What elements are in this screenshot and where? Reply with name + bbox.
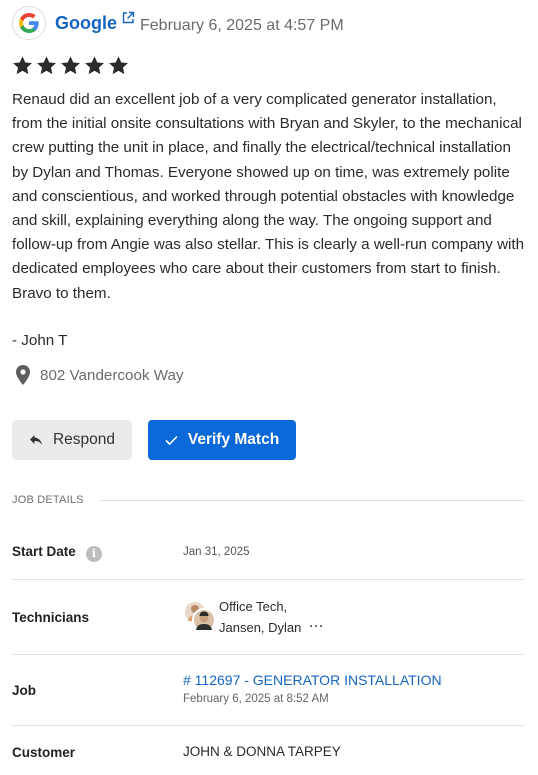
star-icon xyxy=(85,56,104,75)
technician-names: Office Tech, Jansen, Dylan ··· xyxy=(219,596,324,639)
review-author: - John T xyxy=(12,332,68,349)
start-date-value: Jan 31, 2025 xyxy=(183,546,250,558)
verify-match-button[interactable]: Verify Match xyxy=(148,420,296,460)
reply-icon xyxy=(29,435,42,445)
more-icon[interactable]: ··· xyxy=(309,616,324,637)
review-text: Renaud did an excellent job of a very co… xyxy=(12,91,525,302)
divider xyxy=(12,725,524,726)
technician-line-2: Jansen, Dylan xyxy=(219,620,302,635)
review-header: Google February 6, 2025 at 4:57 PM xyxy=(12,6,344,40)
job-label: Job xyxy=(12,683,37,698)
start-date-label: Start Date xyxy=(12,544,76,559)
star-rating xyxy=(12,55,129,76)
respond-label: Respond xyxy=(52,431,116,448)
job-link[interactable]: # 112697 - GENERATOR INSTALLATION xyxy=(183,672,442,688)
avatar xyxy=(192,608,216,632)
star-icon xyxy=(109,56,128,75)
customer-name[interactable]: JOHN & DONNA TARPEY xyxy=(183,744,341,759)
technicians-label: Technicians xyxy=(12,610,90,625)
review-location: 802 Vandercook Way xyxy=(14,364,184,386)
star-icon xyxy=(13,56,32,75)
check-icon xyxy=(165,435,178,445)
location-text: 802 Vandercook Way xyxy=(40,366,184,384)
job-date: February 6, 2025 at 8:52 AM xyxy=(183,693,329,705)
verify-match-label: Verify Match xyxy=(187,431,280,448)
customer-label: Customer xyxy=(12,745,76,760)
technician-line-2-wrap: Jansen, Dylan ··· xyxy=(219,617,324,639)
divider xyxy=(99,499,524,501)
technician-line-1: Office Tech, xyxy=(219,599,288,614)
star-icon xyxy=(61,56,80,75)
divider xyxy=(12,654,524,655)
job-details-title: JOB DETAILS xyxy=(12,494,84,506)
review-date: February 6, 2025 at 4:57 PM xyxy=(140,17,344,34)
start-date-label-wrap: Start Date i xyxy=(12,544,102,562)
review-source-link[interactable]: Google xyxy=(55,13,117,34)
divider xyxy=(12,579,524,580)
google-g-icon xyxy=(19,13,39,33)
google-logo xyxy=(12,6,46,40)
star-icon xyxy=(37,56,56,75)
respond-button[interactable]: Respond xyxy=(12,420,132,460)
external-link-icon[interactable] xyxy=(121,11,135,25)
technician-avatars xyxy=(183,600,217,634)
job-details-header: JOB DETAILS xyxy=(12,494,524,506)
map-pin-icon xyxy=(16,365,30,385)
info-icon[interactable]: i xyxy=(85,546,102,562)
